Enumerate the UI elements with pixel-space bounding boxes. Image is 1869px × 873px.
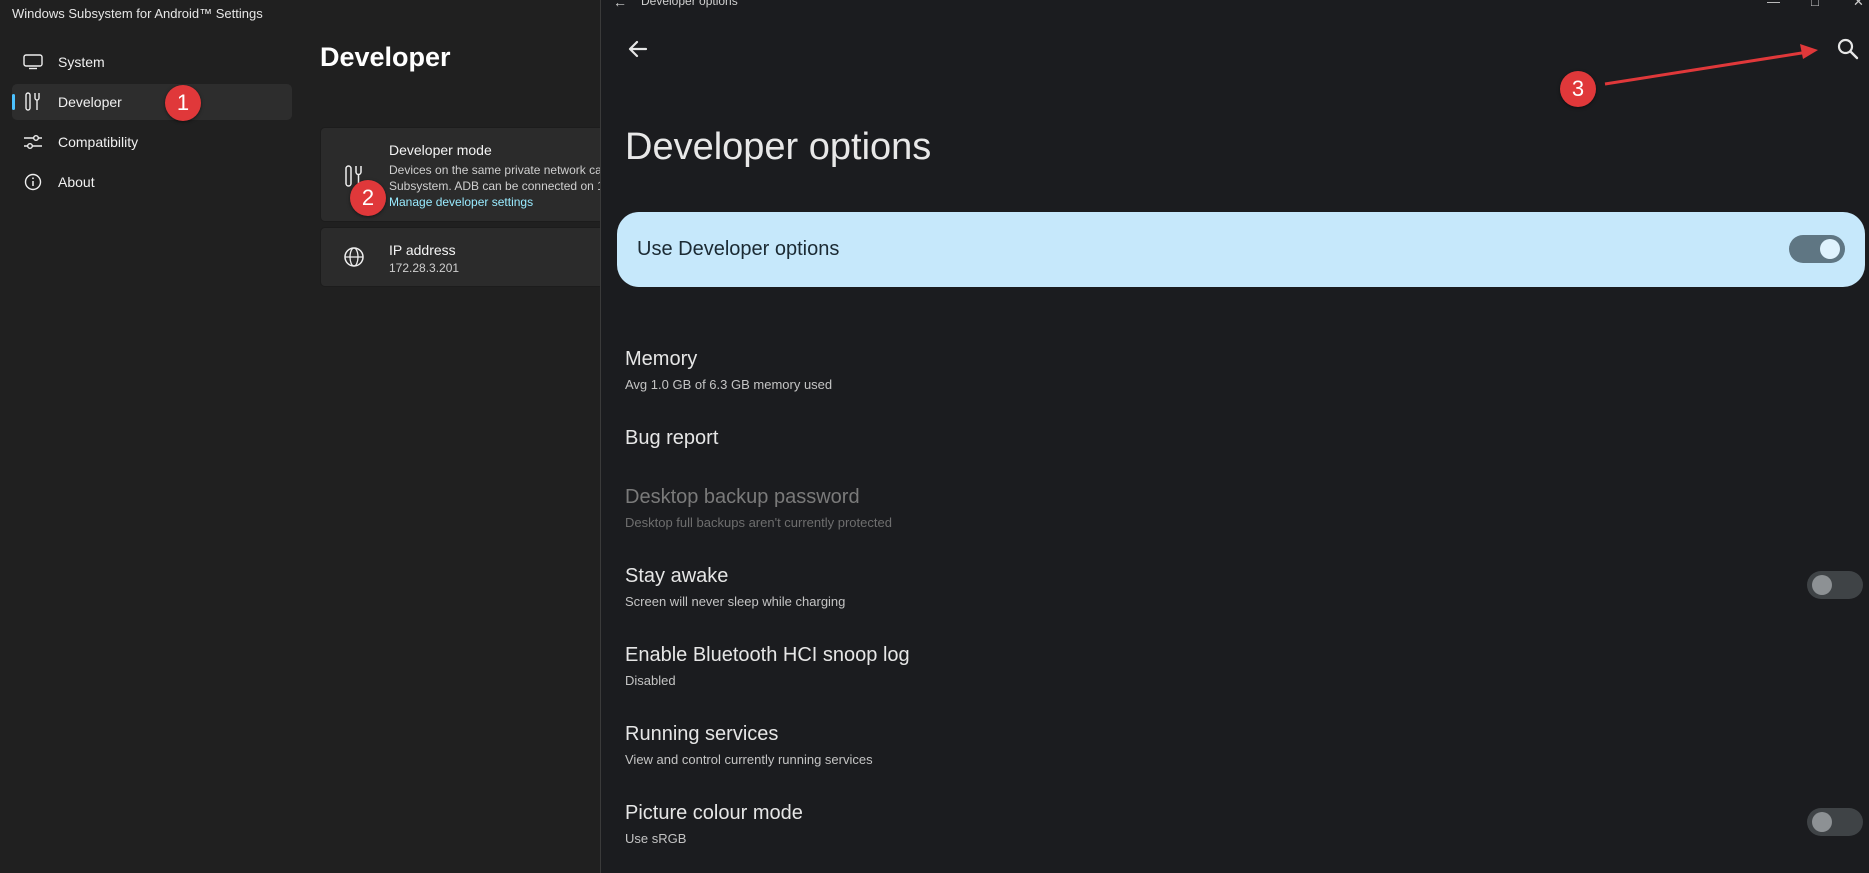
annotation-marker-3: 3: [1560, 71, 1596, 107]
pref-summary: View and control currently running servi…: [625, 752, 873, 767]
pref-title: Picture colour mode: [625, 802, 803, 824]
pref-desktop-backup-password: Desktop backup password Desktop full bac…: [625, 486, 892, 530]
page-title: Developer: [320, 42, 451, 72]
sidebar-item-label: Developer: [58, 94, 122, 110]
pref-summary: Use sRGB: [625, 831, 687, 846]
ip-address-card: IP address 172.28.3.201: [320, 227, 610, 287]
sidebar-item-developer[interactable]: Developer: [12, 84, 292, 120]
pref-memory[interactable]: Memory Avg 1.0 GB of 6.3 GB memory used: [625, 348, 832, 392]
page-title: Developer options: [625, 126, 932, 168]
sidebar-item-about[interactable]: About: [12, 164, 292, 200]
developer-mode-desc: Subsystem. ADB can be connected on 1: [389, 179, 604, 193]
info-icon: [22, 171, 44, 193]
pref-picture-colour-mode[interactable]: Picture colour mode Use sRGB: [625, 802, 803, 846]
annotation-marker-1: 1: [165, 85, 201, 121]
pref-summary: Avg 1.0 GB of 6.3 GB memory used: [625, 377, 833, 392]
sidebar-item-compatibility[interactable]: Compatibility: [12, 124, 292, 160]
wsa-settings-window: Windows Subsystem for Android™ Settings …: [0, 0, 610, 873]
pref-summary: Desktop full backups aren't currently pr…: [625, 515, 892, 530]
tools-icon: [22, 91, 44, 113]
switch-bar-label: Use Developer options: [637, 238, 840, 260]
pref-title: Running services: [625, 723, 779, 745]
pref-title: Bug report: [625, 427, 719, 449]
pref-title: Stay awake: [625, 565, 729, 587]
pref-summary: Disabled: [625, 673, 676, 688]
manage-developer-settings-link[interactable]: Manage developer settings: [389, 195, 533, 209]
developer-options-window: ← Developer options — □ ✕ Developer opti…: [600, 0, 1869, 873]
sidebar-item-label: System: [58, 54, 105, 70]
pref-title: Enable Bluetooth HCI snoop log: [625, 644, 910, 666]
developer-options-toggle[interactable]: [1789, 235, 1845, 263]
pref-stay-awake[interactable]: Stay awake Screen will never sleep while…: [625, 565, 845, 609]
sidebar-nav: System Developer Compatibility About: [12, 44, 292, 204]
pref-title: Memory: [625, 348, 698, 370]
sliders-icon: [22, 131, 44, 153]
titlebar-back-icon[interactable]: ←: [613, 0, 627, 10]
minimize-icon[interactable]: —: [1767, 0, 1780, 9]
pref-running-services[interactable]: Running services View and control curren…: [625, 723, 873, 767]
sidebar-item-system[interactable]: System: [12, 44, 292, 80]
annotation-marker-2: 2: [350, 180, 386, 216]
ip-address-title: IP address: [389, 242, 456, 258]
developer-mode-desc: Devices on the same private network ca: [389, 163, 602, 177]
developer-mode-title: Developer mode: [389, 142, 492, 158]
search-icon[interactable]: [1835, 36, 1861, 62]
ip-address-value: 172.28.3.201: [389, 261, 460, 275]
picture-colour-mode-toggle[interactable]: [1807, 808, 1863, 836]
sidebar-item-label: About: [58, 174, 95, 190]
globe-icon: [343, 246, 367, 270]
pref-summary: Screen will never sleep while charging: [625, 594, 846, 609]
pref-bluetooth-hci-snoop-log[interactable]: Enable Bluetooth HCI snoop log Disabled: [625, 644, 910, 688]
back-arrow-icon[interactable]: [625, 36, 651, 62]
pref-bug-report[interactable]: Bug report: [625, 427, 718, 450]
window-title: Windows Subsystem for Android™ Settings: [12, 6, 263, 21]
monitor-icon: [22, 51, 44, 73]
sidebar-item-label: Compatibility: [58, 134, 139, 150]
pref-title: Desktop backup password: [625, 486, 860, 508]
android-titlebar: ← Developer options — □ ✕: [601, 0, 1869, 12]
stay-awake-toggle[interactable]: [1807, 571, 1863, 599]
android-window-title: Developer options: [641, 0, 738, 8]
use-developer-options-switch-bar[interactable]: Use Developer options: [617, 212, 1865, 287]
close-icon[interactable]: ✕: [1853, 0, 1864, 10]
maximize-icon[interactable]: □: [1811, 0, 1819, 9]
